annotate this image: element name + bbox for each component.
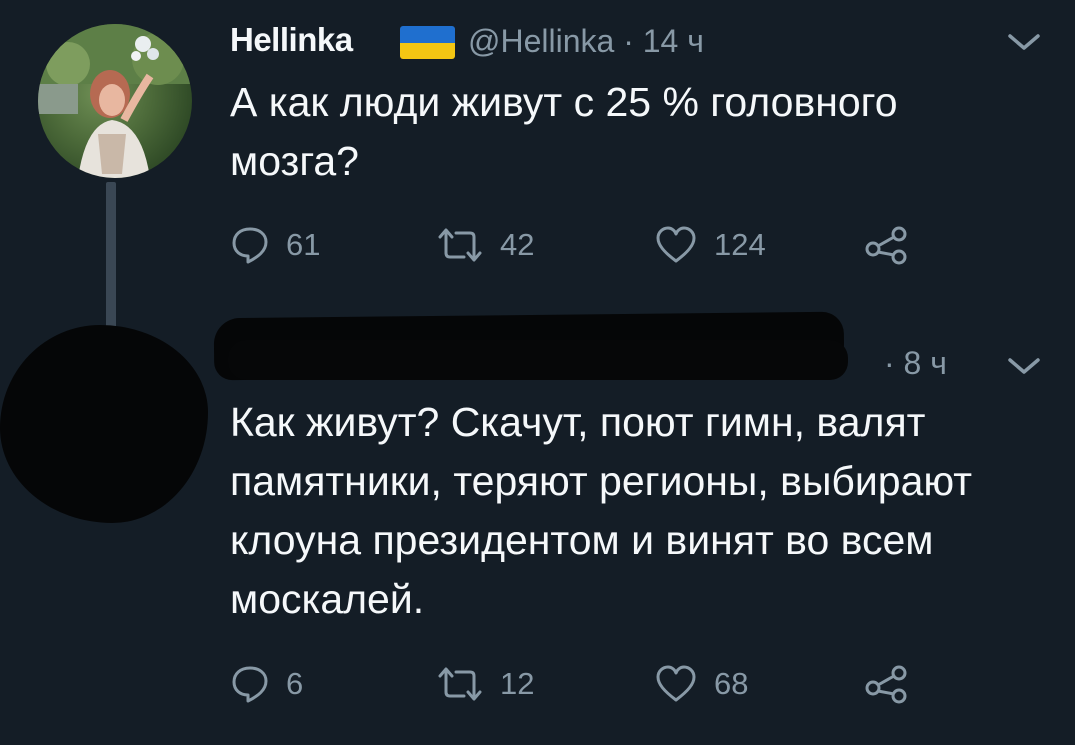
share-icon bbox=[864, 225, 908, 265]
reply-button[interactable]: 61 bbox=[230, 222, 320, 268]
retweet-button[interactable]: 12 bbox=[436, 661, 534, 707]
tweet-time[interactable]: · 14 ч bbox=[623, 23, 704, 59]
share-button[interactable] bbox=[864, 661, 908, 707]
chevron-down-icon[interactable] bbox=[1004, 28, 1044, 54]
reply-count: 6 bbox=[286, 666, 304, 701]
retweet-count: 12 bbox=[500, 666, 535, 701]
tweet-actions: 6 12 68 bbox=[230, 661, 930, 707]
tweet-time[interactable]: · 8 ч bbox=[884, 345, 947, 382]
author-handle-time[interactable]: @Hellinka · 14 ч bbox=[468, 23, 704, 60]
reply-button[interactable]: 6 bbox=[230, 661, 303, 707]
reply-icon bbox=[230, 225, 270, 265]
retweet-button[interactable]: 42 bbox=[436, 222, 534, 268]
reply-icon bbox=[230, 664, 270, 704]
chevron-down-icon[interactable] bbox=[1004, 352, 1044, 378]
redacted-avatar bbox=[0, 325, 208, 523]
like-button[interactable]: 68 bbox=[654, 661, 748, 707]
redacted-author-overlay bbox=[228, 340, 848, 380]
share-icon bbox=[864, 664, 908, 704]
retweet-icon bbox=[436, 664, 484, 704]
reply-count: 61 bbox=[286, 227, 321, 262]
author-name[interactable]: Hellinka bbox=[230, 21, 353, 59]
tweet-text: Как живут? Скачут, поют гимн, валят памя… bbox=[230, 399, 973, 622]
share-button[interactable] bbox=[864, 222, 908, 268]
like-button[interactable]: 124 bbox=[654, 222, 766, 268]
tweet-actions: 61 42 124 bbox=[230, 222, 930, 268]
thread-line bbox=[106, 182, 116, 328]
like-count: 124 bbox=[714, 227, 766, 262]
like-icon bbox=[654, 664, 698, 704]
like-count: 68 bbox=[714, 666, 749, 701]
like-icon bbox=[654, 225, 698, 265]
tweet-text: А как люди живут с 25 % головного мозга? bbox=[230, 79, 898, 184]
ukraine-flag-icon bbox=[400, 26, 455, 59]
retweet-icon bbox=[436, 225, 484, 265]
retweet-count: 42 bbox=[500, 227, 535, 262]
author-handle[interactable]: @Hellinka bbox=[468, 23, 614, 59]
avatar[interactable] bbox=[38, 24, 192, 178]
